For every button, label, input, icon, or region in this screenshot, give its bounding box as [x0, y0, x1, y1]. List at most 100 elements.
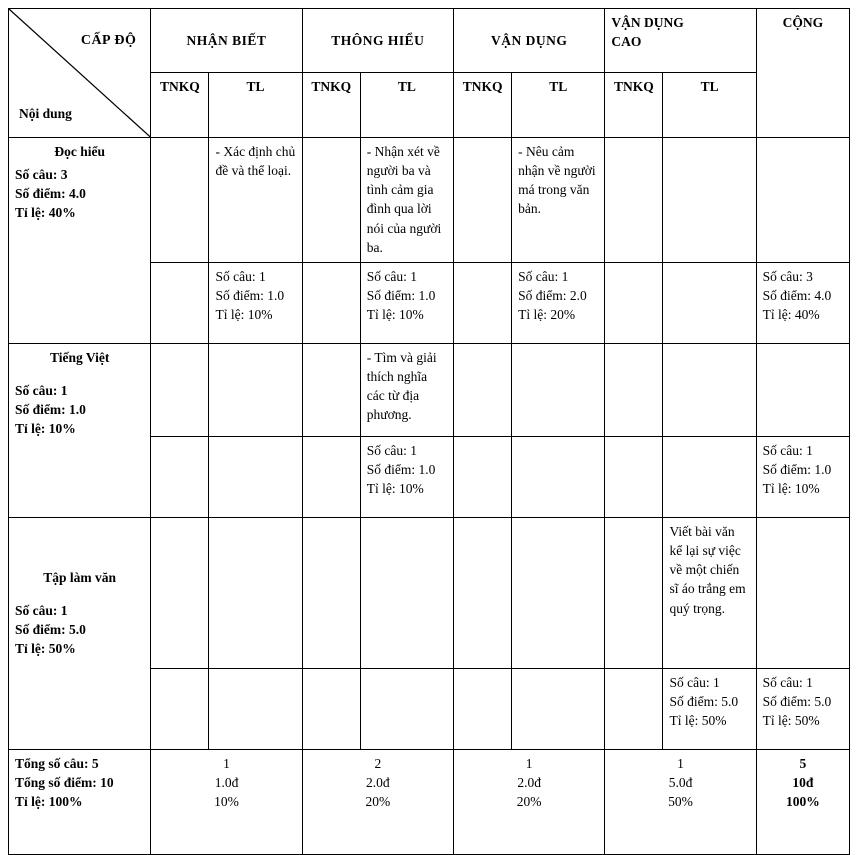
stat-doc-hieu-th-tl-socau: Số câu: 1 — [366, 269, 418, 284]
stat-tieng-viet-nb-tnkq — [150, 436, 210, 518]
totals-label: Tổng số câu: 5 Tổng số điểm: 10 Tỉ lệ: 1… — [7, 749, 152, 855]
header-row-levels: CẤP ĐỘ Nội dung NHẬN BIẾT THÔNG HIỂU VẬN… — [7, 8, 851, 138]
stat-doc-hieu-vd-tl: Số câu: 1 Số điểm: 2.0 Tỉ lệ: 20% — [511, 262, 606, 344]
totals-van-dung-cao-score: 5.0đ — [668, 775, 693, 791]
exam-matrix-table: CẤP ĐỘ Nội dung NHẬN BIẾT THÔNG HIỂU VẬN… — [7, 8, 851, 855]
stat-doc-hieu-th-tl-sodiem: Số điểm: 1.0 — [366, 288, 436, 304]
rowlabel-doc-hieu-socau: Số câu: 3 — [15, 167, 68, 183]
header-level-thong-hieu: THÔNG HIỂU — [301, 8, 455, 73]
header-level-van-dung-cao-line2: CAO — [611, 34, 642, 50]
stat-tieng-viet-cong: Số câu: 1 Số điểm: 1.0 Tỉ lệ: 10% — [755, 436, 851, 518]
cell-doc-hieu-vd-tnkq — [453, 137, 513, 263]
stat-tieng-viet-cong-sodiem: Số điểm: 1.0 — [762, 462, 832, 478]
stat-doc-hieu-cong-socau: Số câu: 3 — [762, 269, 813, 284]
cell-tap-lam-van-vdc-tl: Viết bài văn kể lại sự việc về một chiến… — [662, 517, 757, 669]
stat-tap-lam-van-nb-tl — [208, 668, 303, 750]
stat-tap-lam-van-vd-tl — [511, 668, 606, 750]
cell-doc-hieu-th-tl: - Nhận xét về người ba và tình cảm gia đ… — [359, 137, 455, 263]
subheader-vd-tl: TL — [511, 72, 606, 138]
totals-cong-percent: 100% — [785, 794, 820, 810]
stat-tieng-viet-vd-tnkq — [453, 436, 513, 518]
stat-tieng-viet-th-tl-socau: Số câu: 1 — [366, 443, 418, 458]
rowlabel-tap-lam-van-socau: Số câu: 1 — [15, 603, 68, 619]
stat-tieng-viet-th-tl-tile: Tỉ lệ: 10% — [366, 481, 424, 497]
cell-tieng-viet-vdc-tl — [662, 343, 757, 437]
stat-doc-hieu-cong: Số câu: 3 Số điểm: 4.0 Tỉ lệ: 40% — [755, 262, 851, 344]
cell-doc-hieu-vdc-tnkq — [604, 137, 664, 263]
rowlabel-tap-lam-van-tile: Tỉ lệ: 50% — [15, 641, 76, 657]
rowlabel-doc-hieu-tile: Tỉ lệ: 40% — [15, 205, 76, 221]
header-level-van-dung-cao: VẬN DỤNG CAO — [604, 8, 757, 73]
totals-nhan-biet-count: 1 — [223, 756, 230, 771]
rowlabel-tieng-viet-sodiem: Số điểm: 1.0 — [15, 402, 86, 418]
exam-matrix-page: CẤP ĐỘ Nội dung NHẬN BIẾT THÔNG HIỂU VẬN… — [0, 8, 858, 855]
stat-doc-hieu-nb-tl-sodiem: Số điểm: 1.0 — [215, 288, 285, 304]
stat-tap-lam-van-vdc-tnkq — [604, 668, 664, 750]
stat-doc-hieu-cong-sodiem: Số điểm: 4.0 — [762, 288, 832, 304]
rowlabel-doc-hieu: Đọc hiểu Số câu: 3 Số điểm: 4.0 Tỉ lệ: 4… — [7, 137, 152, 344]
totals-thong-hieu-count: 2 — [374, 756, 382, 771]
cell-doc-hieu-nb-tnkq — [150, 137, 210, 263]
header-level-nhan-biet: NHẬN BIẾT — [150, 8, 303, 73]
cell-tap-lam-van-th-tl — [359, 517, 455, 669]
stat-doc-hieu-vd-tl-sodiem: Số điểm: 2.0 — [518, 288, 587, 304]
rowlabel-doc-hieu-sodiem: Số điểm: 4.0 — [15, 186, 86, 202]
cell-doc-hieu-nb-tl: - Xác định chủ đề và thể loại. — [208, 137, 303, 263]
stat-tieng-viet-cong-tile: Tỉ lệ: 10% — [762, 481, 820, 497]
stat-tap-lam-van-cong-sodiem: Số điểm: 5.0 — [762, 694, 832, 710]
totals-thong-hieu-score: 2.0đ — [366, 775, 390, 791]
stat-doc-hieu-nb-tnkq — [150, 262, 210, 344]
header-level-label: CẤP ĐỘ — [80, 33, 137, 48]
header-corner-cell: CẤP ĐỘ Nội dung — [7, 8, 152, 138]
stat-tap-lam-van-cong-socau: Số câu: 1 — [762, 675, 813, 690]
rowlabel-doc-hieu-title: Đọc hiểu — [54, 144, 105, 159]
subheader-nb-tl: TL — [208, 72, 303, 138]
rowlabel-tieng-viet-title: Tiếng Việt — [49, 350, 110, 365]
table-row-doc-hieu-content: Đọc hiểu Số câu: 3 Số điểm: 4.0 Tỉ lệ: 4… — [7, 137, 851, 344]
totals-label-sodiem: Tổng số điểm: 10 — [15, 775, 114, 791]
stat-tieng-viet-th-tl-sodiem: Số điểm: 1.0 — [366, 462, 436, 478]
totals-label-tile: Tỉ lệ: 100% — [15, 794, 83, 810]
cell-tieng-viet-vd-tl — [511, 343, 606, 437]
stat-doc-hieu-th-tl-tile: Tỉ lệ: 10% — [366, 307, 424, 323]
stat-tap-lam-van-nb-tnkq — [150, 668, 210, 750]
header-level-van-dung: VẬN DỤNG — [453, 8, 606, 73]
subheader-nb-tnkq: TNKQ — [150, 72, 210, 138]
totals-nhan-biet-percent: 10% — [214, 794, 239, 810]
stat-tieng-viet-th-tl: Số câu: 1 Số điểm: 1.0 Tỉ lệ: 10% — [359, 436, 455, 518]
cell-tieng-viet-vdc-tnkq — [604, 343, 664, 437]
cell-tap-lam-van-vd-tnkq — [453, 517, 513, 669]
stat-doc-hieu-nb-tl-tile: Tỉ lệ: 10% — [215, 307, 273, 323]
rowlabel-tieng-viet: Tiếng Việt Số câu: 1 Số điểm: 1.0 Tỉ lệ:… — [7, 343, 152, 518]
cell-doc-hieu-th-tnkq — [301, 137, 361, 263]
totals-thong-hieu: 2 2.0đ 20% — [301, 749, 455, 855]
header-total-column: CỘNG — [755, 8, 851, 138]
stat-tap-lam-van-cong: Số câu: 1 Số điểm: 5.0 Tỉ lệ: 50% — [755, 668, 851, 750]
totals-nhan-biet-score: 1.0đ — [214, 775, 239, 791]
totals-van-dung-cao-percent: 50% — [668, 794, 693, 810]
stat-doc-hieu-vd-tl-socau: Số câu: 1 — [518, 269, 569, 284]
totals-cong-count: 5 — [799, 756, 807, 771]
totals-van-dung-score: 2.0đ — [517, 775, 541, 791]
stat-doc-hieu-vdc-tnkq — [604, 262, 664, 344]
cell-tap-lam-van-nb-tl — [208, 517, 303, 669]
cell-tieng-viet-vd-tnkq — [453, 343, 513, 437]
totals-label-socau: Tổng số câu: 5 — [15, 756, 99, 771]
stat-tieng-viet-vdc-tnkq — [604, 436, 664, 518]
stat-tieng-viet-nb-tl — [208, 436, 303, 518]
stat-doc-hieu-th-tl: Số câu: 1 Số điểm: 1.0 Tỉ lệ: 10% — [359, 262, 455, 344]
stat-tap-lam-van-th-tnkq — [301, 668, 361, 750]
totals-thong-hieu-percent: 20% — [365, 794, 391, 810]
stat-doc-hieu-nb-tl-socau: Số câu: 1 — [215, 269, 266, 284]
stat-tap-lam-van-vd-tnkq — [453, 668, 513, 750]
stat-doc-hieu-th-tnkq — [301, 262, 361, 344]
stat-tieng-viet-vd-tl — [511, 436, 606, 518]
cell-tieng-viet-nb-tnkq — [150, 343, 210, 437]
totals-van-dung-percent: 20% — [516, 794, 542, 810]
table-row-totals: Tổng số câu: 5 Tổng số điểm: 10 Tỉ lệ: 1… — [7, 749, 851, 855]
totals-van-dung: 1 2.0đ 20% — [453, 749, 606, 855]
stat-tap-lam-van-vdc-tl-sodiem: Số điểm: 5.0 — [669, 694, 739, 710]
table-row-tieng-viet-content: Tiếng Việt Số câu: 1 Số điểm: 1.0 Tỉ lệ:… — [7, 343, 851, 518]
cell-tap-lam-van-vd-tl — [511, 517, 606, 669]
subheader-vdc-tnkq: TNKQ — [604, 72, 664, 138]
